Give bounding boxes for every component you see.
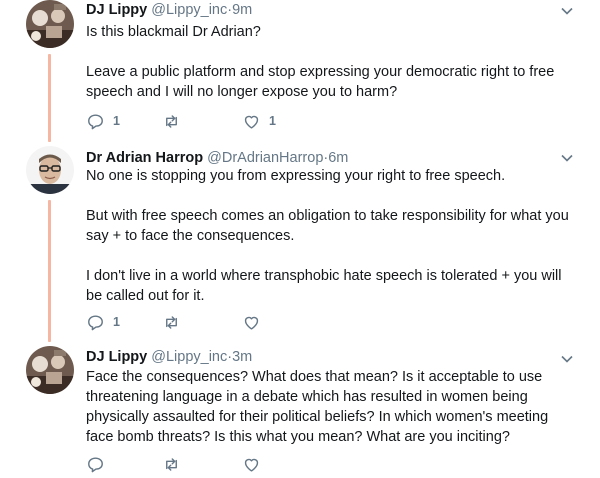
tweet-paragraph: I don't live in a world where transphobi… [86, 268, 562, 304]
like-icon [244, 115, 259, 129]
tweet-text: Is this blackmail Dr Adrian? Leave a pub… [86, 22, 576, 102]
reply-button[interactable]: 1 [86, 111, 120, 131]
avatar-dr-adrian-harrop[interactable] [26, 146, 74, 194]
tweet-3[interactable]: DJ Lippy @Lippy_inc·3m Face the conseque… [0, 346, 600, 478]
chevron-down-icon[interactable] [560, 151, 574, 165]
like-icon [244, 316, 259, 330]
tweet-text: No one is stopping you from expressing y… [86, 166, 576, 306]
timestamp[interactable]: 9m [232, 2, 252, 18]
tweet-2[interactable]: Dr Adrian Harrop @DrAdrianHarrop·6m No o… [0, 146, 600, 342]
retweet-icon [166, 114, 177, 128]
display-name[interactable]: DJ Lippy [86, 349, 147, 365]
avatar-image [26, 346, 74, 394]
user-handle[interactable]: @Lippy_inc [151, 2, 227, 18]
tweet-header: DJ Lippy @Lippy_inc·9m [86, 1, 252, 20]
retweet-icon [166, 315, 177, 329]
tweet-1[interactable]: DJ Lippy @Lippy_inc·9m Is this blackmail… [0, 0, 600, 142]
retweet-button[interactable] [162, 312, 189, 332]
display-name[interactable]: DJ Lippy [86, 2, 147, 18]
thread-line [48, 200, 51, 342]
retweet-icon [166, 457, 177, 471]
reply-button[interactable] [86, 454, 113, 474]
reply-icon [88, 113, 103, 129]
avatar-dj-lippy[interactable] [26, 346, 74, 394]
tweet-paragraph: But with free speech comes an obligation… [86, 208, 569, 244]
reply-count: 1 [113, 114, 120, 128]
reply-icon [88, 314, 103, 330]
tweet-text: Face the consequences? What does that me… [86, 367, 576, 447]
like-count: 1 [269, 114, 276, 128]
like-button[interactable] [242, 454, 269, 474]
tweet-paragraph: Is this blackmail Dr Adrian? [86, 24, 261, 40]
chevron-down-icon[interactable] [560, 4, 574, 18]
like-button[interactable]: 1 [242, 111, 276, 131]
timestamp[interactable]: 3m [232, 349, 252, 365]
reply-count: 1 [113, 315, 120, 329]
retweet-button[interactable] [162, 454, 189, 474]
reply-button[interactable]: 1 [86, 312, 120, 332]
avatar-dj-lippy[interactable] [26, 0, 74, 48]
tweet-paragraph: Face the consequences? What does that me… [86, 369, 549, 445]
user-handle[interactable]: @Lippy_inc [151, 349, 227, 365]
like-button[interactable] [242, 312, 269, 332]
display-name[interactable]: Dr Adrian Harrop [86, 150, 203, 166]
user-handle[interactable]: @DrAdrianHarrop [207, 150, 323, 166]
reply-icon [88, 456, 103, 472]
tweet-paragraph: No one is stopping you from expressing y… [86, 168, 506, 184]
retweet-button[interactable] [162, 111, 189, 131]
like-icon [244, 458, 259, 472]
avatar-image [26, 146, 74, 194]
tweet-paragraph: Leave a public platform and stop express… [86, 64, 555, 100]
timestamp[interactable]: 6m [328, 150, 348, 166]
avatar-image [26, 0, 74, 48]
thread-line [48, 54, 51, 142]
tweet-header: DJ Lippy @Lippy_inc·3m [86, 348, 252, 367]
chevron-down-icon[interactable] [560, 352, 574, 366]
